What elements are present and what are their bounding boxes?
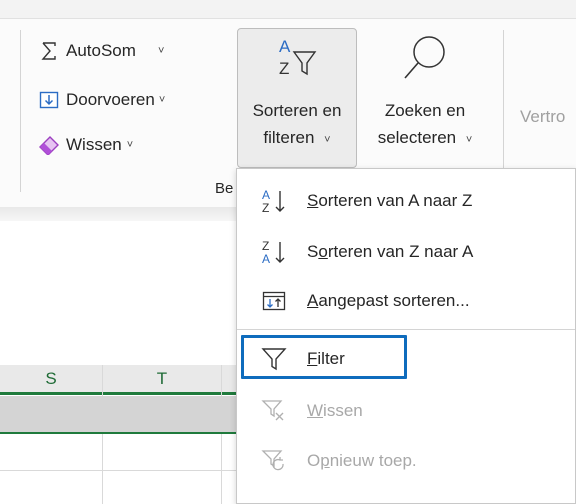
column-divider xyxy=(102,365,103,504)
chevron-down-icon: ˅ xyxy=(158,94,166,106)
chevron-down-icon: ˅ xyxy=(157,45,165,57)
label-text: O xyxy=(307,451,321,470)
menu-item-clear-filter: Wissen xyxy=(237,389,575,433)
sort-filter-icon: A Z xyxy=(275,32,319,90)
svg-text:Z: Z xyxy=(262,239,269,253)
svg-text:Z: Z xyxy=(262,201,269,215)
clear-filter-icon xyxy=(259,396,289,426)
editing-group-label: Be xyxy=(215,180,234,197)
menu-item-sort-z-to-a[interactable]: ZA Sorteren van Z naar A xyxy=(237,230,575,274)
filter-focus-highlight xyxy=(241,335,407,379)
svg-text:A: A xyxy=(262,188,270,202)
clear-label: Wissen xyxy=(66,135,122,154)
access-key: W xyxy=(307,401,324,420)
fill-label: Doorvoeren xyxy=(66,90,155,109)
sort-filter-label-line1: Sorteren en xyxy=(252,101,342,120)
find-select-label-line2: selecteren ˅ xyxy=(378,125,473,153)
fill-down-icon xyxy=(38,89,60,111)
column-header-s[interactable]: S xyxy=(0,365,102,395)
access-key: o xyxy=(318,242,328,261)
next-group-button-label[interactable]: Vertro xyxy=(520,107,576,127)
menu-item-label: Wissen xyxy=(307,401,363,421)
group-separator xyxy=(20,30,21,192)
column-divider xyxy=(221,365,222,504)
chevron-down-icon: ˅ xyxy=(324,134,331,146)
label-text: rteren van Z naar A xyxy=(327,242,474,261)
magnifier-icon xyxy=(399,32,451,90)
svg-text:A: A xyxy=(262,252,270,266)
autosum-label: AutoSom xyxy=(66,41,136,60)
menu-separator xyxy=(237,329,575,330)
chevron-down-icon: ˅ xyxy=(126,139,134,151)
svg-text:A: A xyxy=(279,37,291,56)
menu-item-label: Opnieuw toep. xyxy=(307,451,417,471)
label-text: issen xyxy=(323,401,363,420)
sort-filter-label-line2: filteren ˅ xyxy=(263,125,330,153)
menu-item-sort-a-to-z[interactable]: AZ Sorteren van A naar Z xyxy=(237,179,575,223)
label-text: angepast sorteren... xyxy=(318,291,470,310)
label-text: S xyxy=(307,242,319,261)
menu-item-label: Sorteren van Z naar A xyxy=(307,242,473,262)
chevron-down-icon: ˅ xyxy=(465,134,473,146)
reapply-filter-icon xyxy=(259,446,289,476)
title-bar-strip xyxy=(0,0,576,19)
access-key: p xyxy=(320,451,330,470)
sort-a-to-z-icon: AZ xyxy=(259,186,289,216)
fill-button[interactable]: Doorvoeren ˅ xyxy=(38,89,165,111)
menu-item-label: Aangepast sorteren... xyxy=(307,291,470,311)
menu-item-label: Sorteren van A naar Z xyxy=(307,191,472,211)
find-select-label-line1: Zoeken en xyxy=(384,101,466,120)
sort-filter-label-text: filteren xyxy=(263,128,315,147)
menu-item-custom-sort[interactable]: Aangepast sorteren... xyxy=(237,279,575,323)
label-text: orteren van A naar Z xyxy=(318,191,473,210)
sort-filter-button-content: A Z Sorteren en filteren ˅ xyxy=(237,32,357,153)
access-key: A xyxy=(307,291,319,310)
autosum-button[interactable]: AutoSom ˅ xyxy=(38,40,164,62)
access-key: S xyxy=(307,191,319,210)
sort-z-to-a-icon: ZA xyxy=(259,237,289,267)
eraser-icon xyxy=(38,134,60,156)
sigma-icon xyxy=(38,40,60,62)
svg-text:Z: Z xyxy=(279,59,289,78)
clear-button[interactable]: Wissen ˅ xyxy=(38,134,133,156)
custom-sort-icon xyxy=(259,286,289,316)
find-select-button[interactable]: Zoeken en selecteren ˅ xyxy=(361,32,489,153)
find-select-label-text: selecteren xyxy=(377,128,457,147)
label-text: nieuw toep. xyxy=(329,451,417,470)
column-header-t[interactable]: T xyxy=(103,365,221,395)
menu-item-reapply: Opnieuw toep. xyxy=(237,439,575,483)
